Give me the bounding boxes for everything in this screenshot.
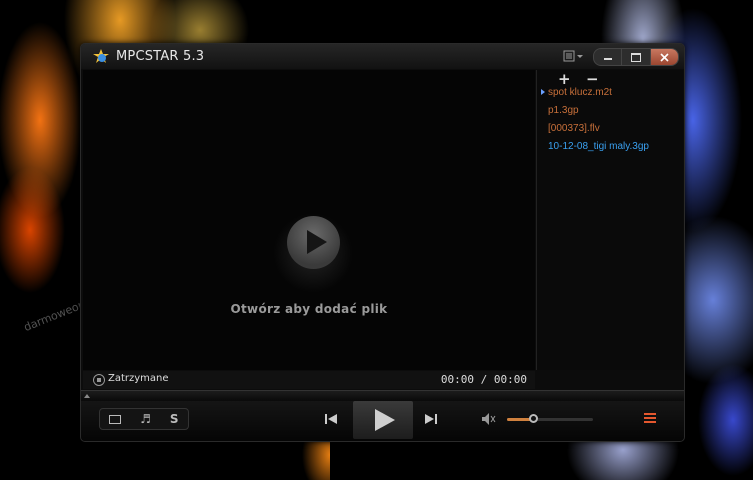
close-button[interactable] (650, 49, 678, 65)
app-title: MPCSTAR 5.3 (116, 49, 205, 64)
seek-handle-icon[interactable] (84, 394, 90, 398)
stop-status-icon (93, 374, 105, 386)
player-window: MPCSTAR 5.3 Otwórz aby dodać plik + − sp… (80, 43, 685, 442)
volume-knob[interactable] (528, 414, 538, 423)
minimize-button[interactable] (594, 49, 623, 65)
speaker-icon[interactable] (481, 412, 497, 426)
status-bar: Zatrzymane 00:00 / 00:00 (83, 371, 535, 389)
playlist-add-button[interactable]: + (558, 70, 571, 88)
playlist-item[interactable]: spot klucz.m2t (548, 87, 612, 98)
music-mode-icon[interactable]: ♬ (140, 412, 151, 426)
menu-button[interactable] (563, 49, 585, 63)
current-item-marker-icon (541, 89, 545, 95)
volume-slider[interactable] (507, 414, 593, 423)
playlist-toggle-icon[interactable] (644, 413, 656, 425)
playlist-panel: + − spot klucz.m2t p1.3gp [000373].flv 10-1… (536, 70, 683, 370)
playlist-remove-button[interactable]: − (586, 70, 599, 88)
close-icon (660, 52, 669, 62)
title-bar[interactable]: MPCSTAR 5.3 (81, 44, 684, 69)
playlist-item[interactable]: p1.3gp (548, 105, 579, 116)
previous-track-icon[interactable] (324, 412, 338, 426)
playlist-item[interactable]: [000373].flv (548, 123, 600, 134)
mpcstar-logo-icon (93, 49, 109, 63)
video-area[interactable]: Otwórz aby dodać plik (83, 70, 535, 370)
playlist-item[interactable]: 10-12-08_tigi maly.3gp (548, 141, 649, 152)
open-play-button[interactable] (287, 216, 340, 269)
seek-bar[interactable] (81, 390, 684, 401)
maximize-button[interactable] (622, 49, 651, 65)
playback-status: Zatrzymane (108, 373, 169, 384)
play-button[interactable] (353, 401, 413, 439)
window-controls (593, 48, 679, 66)
s-button[interactable]: S (170, 412, 179, 426)
screen-mode-icon[interactable] (109, 414, 122, 424)
menu-list-icon (563, 50, 583, 62)
view-buttons: ♬ S (99, 408, 189, 430)
time-display: 00:00 / 00:00 (440, 373, 527, 386)
open-file-prompt[interactable]: Otwórz aby dodać plik (83, 302, 535, 316)
control-bar: ♬ S (81, 401, 684, 441)
next-track-icon[interactable] (424, 412, 438, 426)
